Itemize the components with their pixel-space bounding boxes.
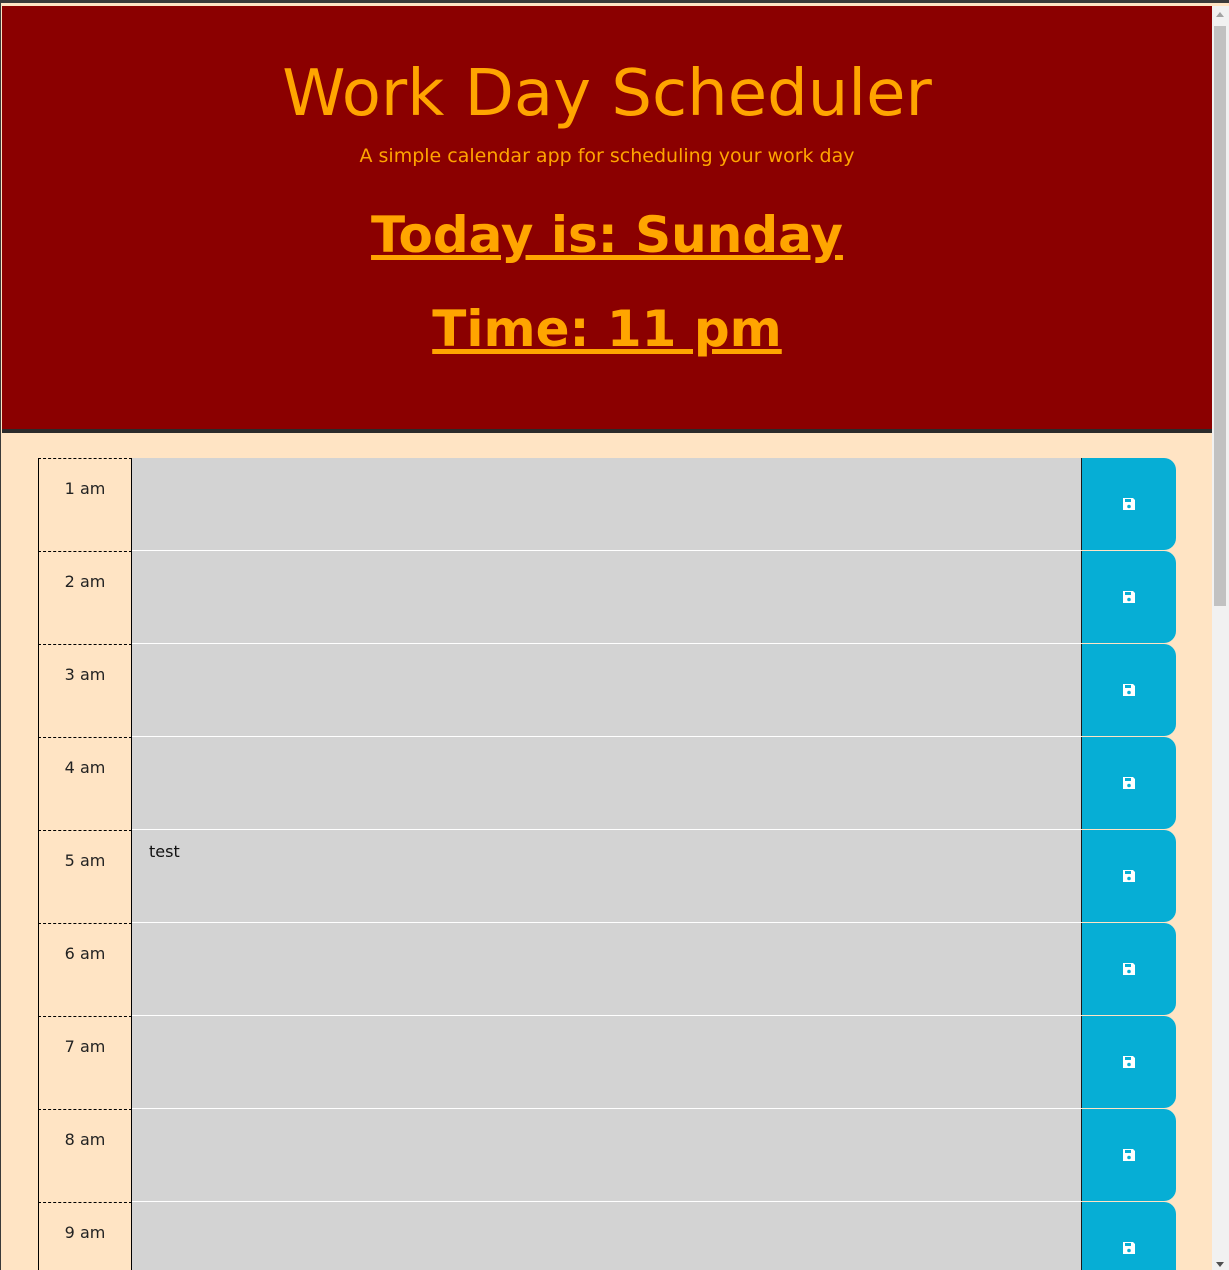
floppy-disk-icon: [1123, 777, 1135, 789]
event-description-textarea[interactable]: [132, 551, 1081, 644]
save-button[interactable]: [1081, 1202, 1176, 1270]
time-block-row: 7 am: [38, 1016, 1176, 1109]
time-block-row: 9 am: [38, 1202, 1176, 1270]
floppy-disk-icon: [1123, 870, 1135, 882]
save-button[interactable]: [1081, 923, 1176, 1015]
floppy-disk-icon: [1123, 963, 1135, 975]
current-time: Time: 11 pm: [432, 300, 782, 358]
save-button[interactable]: [1081, 551, 1176, 643]
time-block-row: 1 am: [38, 458, 1176, 551]
event-description-textarea[interactable]: [132, 458, 1081, 551]
save-button[interactable]: [1081, 830, 1176, 922]
hour-label: 3 am: [38, 644, 132, 737]
hour-label: 2 am: [38, 551, 132, 644]
floppy-disk-icon: [1123, 1056, 1135, 1068]
event-description-textarea[interactable]: [132, 1109, 1081, 1202]
hour-label: 9 am: [38, 1202, 132, 1270]
time-block-list: 1 am 2 am 3 am 4 am 5 am test 6 am 7 am 8 am 9 am: [38, 458, 1176, 1270]
floppy-disk-icon: [1123, 1242, 1135, 1254]
event-description-textarea[interactable]: [132, 737, 1081, 830]
scrollbar-thumb[interactable]: [1214, 26, 1226, 606]
save-button[interactable]: [1081, 1109, 1176, 1201]
save-button[interactable]: [1081, 458, 1176, 550]
scroll-down-arrow-icon[interactable]: [1216, 1262, 1224, 1267]
time-block-row: 2 am: [38, 551, 1176, 644]
event-description-textarea[interactable]: [132, 1016, 1081, 1109]
hour-label: 1 am: [38, 458, 132, 551]
floppy-disk-icon: [1123, 591, 1135, 603]
floppy-disk-icon: [1123, 498, 1135, 510]
hour-label: 5 am: [38, 830, 132, 923]
hour-label: 8 am: [38, 1109, 132, 1202]
page-title: Work Day Scheduler: [282, 57, 932, 131]
time-block-row: 3 am: [38, 644, 1176, 737]
app-window: Work Day Scheduler A simple calendar app…: [0, 0, 1229, 1270]
save-button[interactable]: [1081, 1016, 1176, 1108]
event-description-textarea[interactable]: [132, 644, 1081, 737]
page-subtitle: A simple calendar app for scheduling you…: [359, 145, 855, 167]
scrollbar[interactable]: [1212, 6, 1229, 1270]
time-block-row: 5 am test: [38, 830, 1176, 923]
event-description-textarea[interactable]: [132, 1202, 1081, 1270]
current-day: Today is: Sunday: [371, 206, 843, 264]
scroll-up-arrow-icon[interactable]: [1216, 12, 1224, 17]
time-block-row: 8 am: [38, 1109, 1176, 1202]
save-button[interactable]: [1081, 644, 1176, 736]
event-description-textarea[interactable]: [132, 923, 1081, 1016]
time-block-row: 6 am: [38, 923, 1176, 1016]
event-description-textarea[interactable]: test: [132, 830, 1081, 923]
floppy-disk-icon: [1123, 684, 1135, 696]
save-button[interactable]: [1081, 737, 1176, 829]
header-jumbotron: Work Day Scheduler A simple calendar app…: [2, 6, 1212, 429]
hour-label: 7 am: [38, 1016, 132, 1109]
header-divider: [2, 429, 1212, 433]
hour-label: 6 am: [38, 923, 132, 1016]
hour-label: 4 am: [38, 737, 132, 830]
floppy-disk-icon: [1123, 1149, 1135, 1161]
time-block-row: 4 am: [38, 737, 1176, 830]
